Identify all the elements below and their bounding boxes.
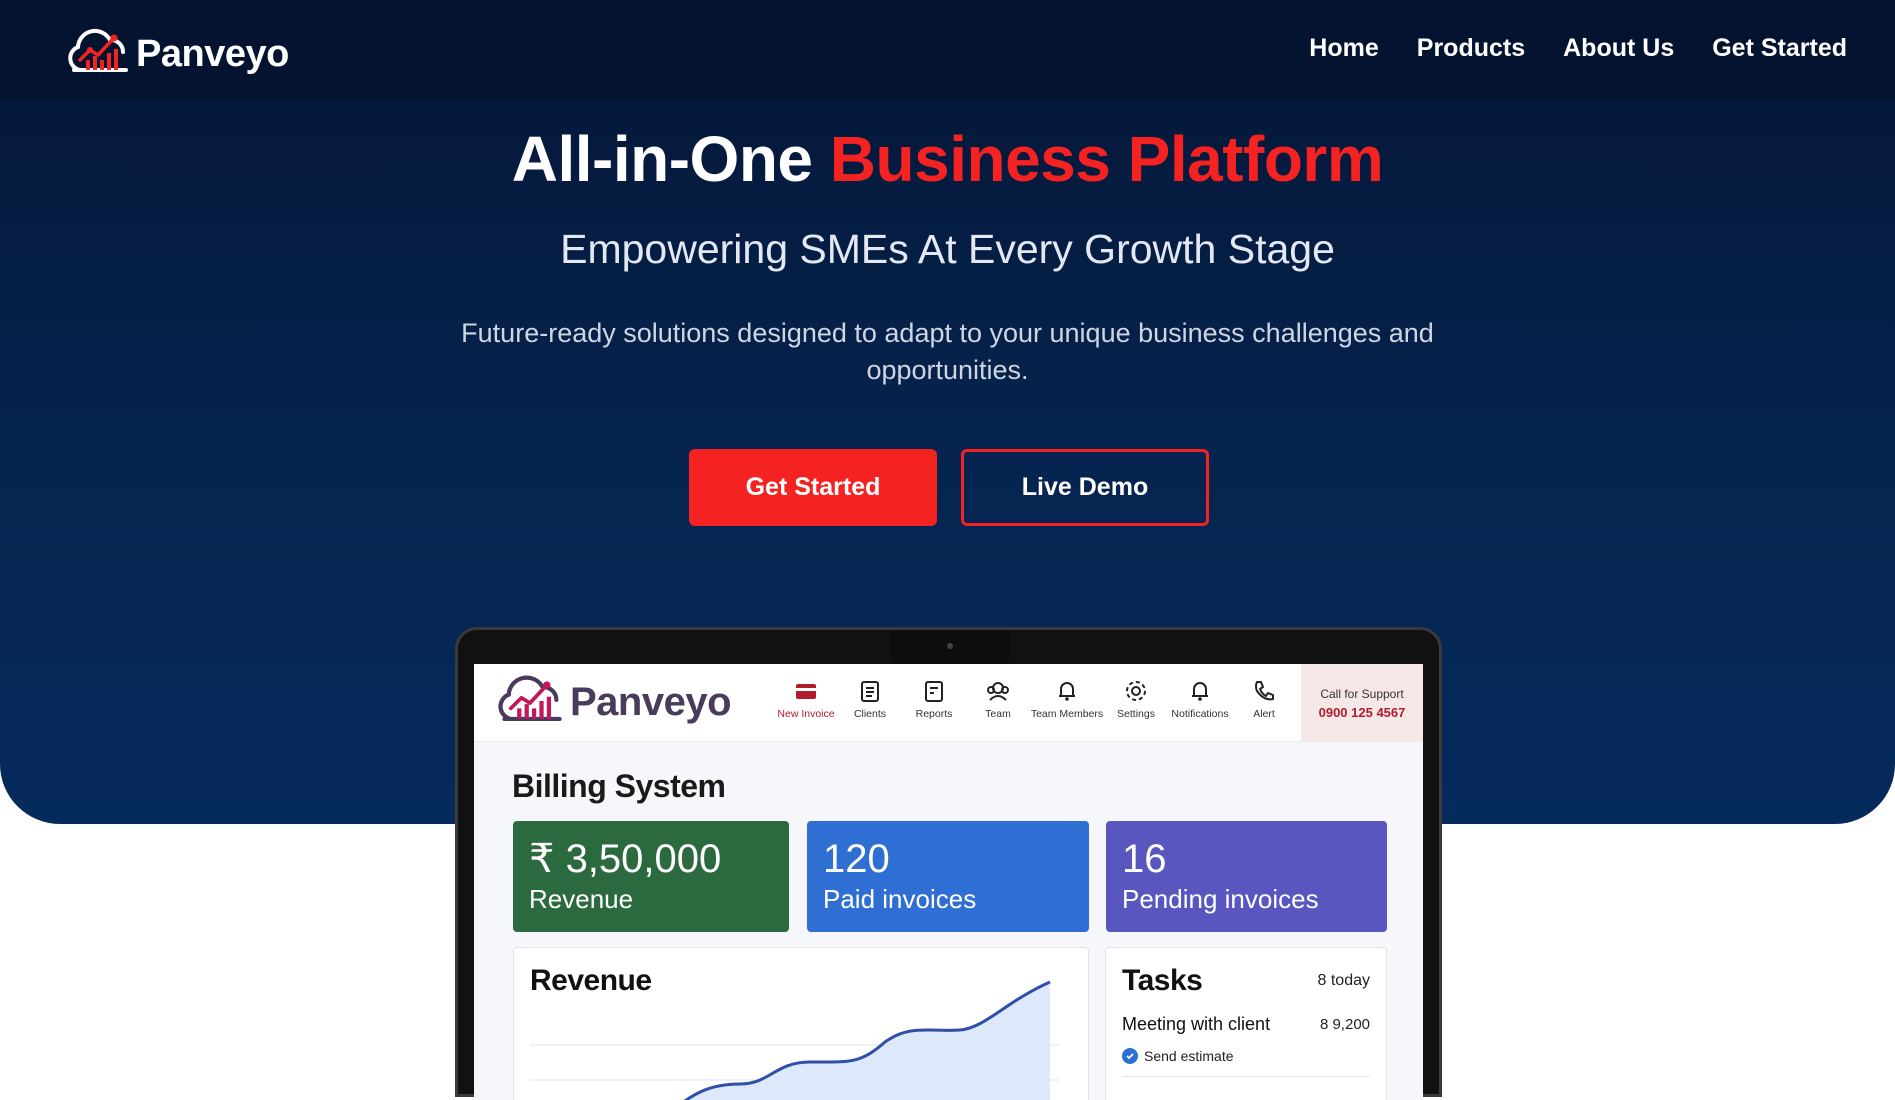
stat-label: Revenue <box>529 884 634 914</box>
app-nav-label: Settings <box>1117 708 1155 720</box>
laptop-camera <box>947 643 953 649</box>
brand-logo[interactable]: Panveyo <box>66 24 289 84</box>
nav-link-about-us[interactable]: About Us <box>1563 34 1674 63</box>
stat-label: Paid invoices <box>823 884 977 914</box>
support-phone: 0900 125 4567 <box>1318 704 1406 720</box>
stat-card-revenue[interactable]: ₹ 3,50,000 Revenue <box>513 821 789 932</box>
phone-icon <box>1255 681 1274 701</box>
live-demo-button[interactable]: Live Demo <box>961 449 1209 526</box>
app-nav-team[interactable]: Team <box>966 678 1030 720</box>
app-header: Panveyo New Invoice Clients Reports Team… <box>474 664 1423 742</box>
hero-title: All-in-One Business Platform <box>0 122 1895 196</box>
gear-icon <box>1126 681 1146 701</box>
app-nav-clients[interactable]: Clients <box>838 678 902 720</box>
task-name[interactable]: Meeting with client <box>1122 1014 1270 1035</box>
top-navbar: Panveyo Home Products About Us Get Start… <box>0 0 1895 101</box>
get-started-button[interactable]: Get Started <box>689 449 937 526</box>
app-nav-label: Team <box>985 708 1011 720</box>
document-icon <box>861 681 879 702</box>
hero-description: Future-ready solutions designed to adapt… <box>461 318 1434 385</box>
task-check-label: Send estimate <box>1144 1048 1234 1064</box>
hero-title-main: All-in-One <box>511 123 813 195</box>
revenue-card-title: Revenue <box>530 964 652 997</box>
support-label: Call for Support <box>1320 686 1404 701</box>
app-nav-reports[interactable]: Reports <box>902 678 966 720</box>
app-nav-label: Clients <box>853 708 887 720</box>
app-nav: New Invoice Clients Reports Team Team Me… <box>774 678 1296 720</box>
chart-area-fill <box>686 982 1050 1100</box>
tasks-card: Tasks 8 today Meeting with client 8 9,20… <box>1105 947 1387 1100</box>
support-box[interactable]: Call for Support 0900 125 4567 <box>1301 664 1423 742</box>
task-amount: 8 9,200 <box>1319 1016 1370 1033</box>
cloud-chart-logo-icon <box>68 29 128 72</box>
bell-icon <box>1192 682 1208 701</box>
app-nav-new-invoice[interactable]: New Invoice <box>774 678 838 720</box>
stat-value: ₹ 3,50,000 <box>529 837 722 881</box>
team-icon <box>987 682 1009 701</box>
app-nav-label: Alert <box>1253 708 1275 720</box>
tasks-card-title: Tasks <box>1122 964 1203 997</box>
app-logo: Panveyo <box>496 672 732 732</box>
page-heading: Billing System <box>512 768 726 804</box>
app-nav-label: Reports <box>915 708 953 720</box>
app-nav-notifications[interactable]: Notifications <box>1168 678 1232 720</box>
card-icon <box>796 684 816 699</box>
revenue-card: Revenue <box>513 947 1089 1100</box>
hero-subtitle: Empowering SMEs At Every Growth Stage <box>560 226 1335 272</box>
task-divider <box>1122 1076 1370 1077</box>
stat-value: 16 <box>1122 837 1167 881</box>
laptop-mockup: Panveyo New Invoice Clients Reports Team… <box>455 627 1442 1100</box>
app-nav-alert[interactable]: Alert <box>1232 678 1296 720</box>
app-logo-text: Panveyo <box>570 679 732 724</box>
stat-value: 120 <box>823 837 890 881</box>
bell-icon <box>1059 682 1075 701</box>
app-preview-screen: Panveyo New Invoice Clients Reports Team… <box>474 664 1423 1100</box>
report-icon <box>925 681 943 702</box>
nav-link-products[interactable]: Products <box>1417 34 1525 63</box>
stat-card-paid-invoices[interactable]: 120 Paid invoices <box>807 821 1089 932</box>
check-icon <box>1122 1048 1138 1064</box>
task-checkbox-row[interactable]: Send estimate <box>1122 1048 1234 1064</box>
stat-label: Pending invoices <box>1122 884 1319 914</box>
app-nav-label: Notifications <box>1171 708 1229 720</box>
nav-link-get-started[interactable]: Get Started <box>1712 34 1847 63</box>
cloud-chart-logo-icon <box>498 675 562 722</box>
tasks-count: 8 today <box>1317 972 1370 989</box>
app-nav-team-members[interactable]: Team Members <box>1030 678 1104 720</box>
app-nav-label: New Invoice <box>777 708 835 720</box>
stat-card-pending-invoices[interactable]: 16 Pending invoices <box>1106 821 1387 932</box>
app-nav-label: Team Members <box>1030 708 1104 720</box>
nav-link-home[interactable]: Home <box>1309 34 1378 63</box>
hero-title-accent: Business Platform <box>829 123 1384 195</box>
nav-links: Home Products About Us Get Started <box>1309 34 1847 63</box>
app-nav-settings[interactable]: Settings <box>1104 678 1168 720</box>
brand-name: Panveyo <box>136 32 289 75</box>
